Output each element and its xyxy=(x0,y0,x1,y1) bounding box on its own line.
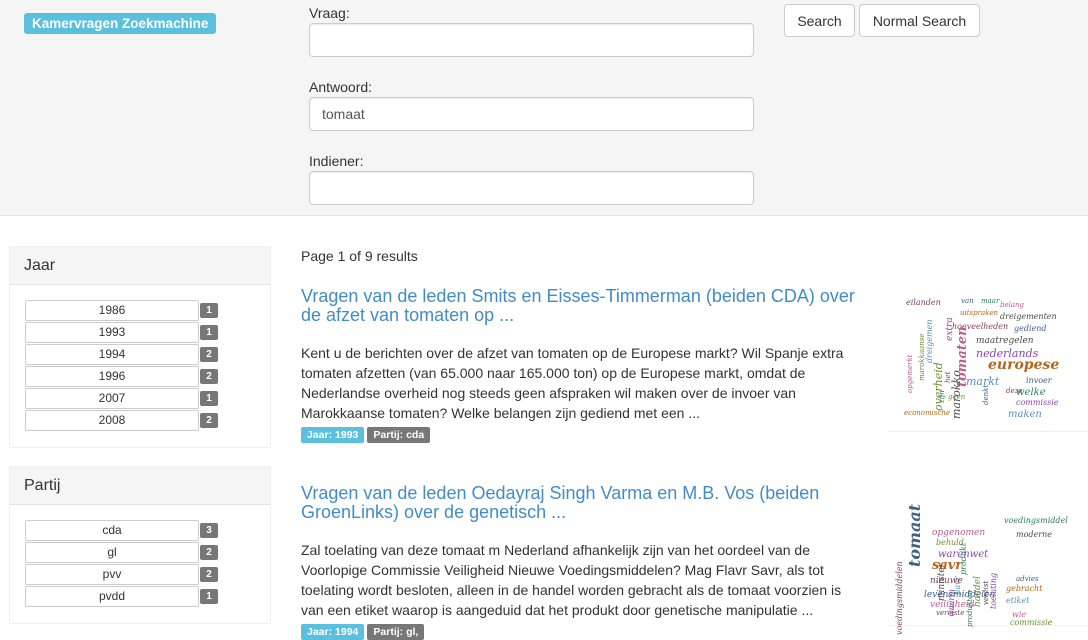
jaar-row: 1996 2 xyxy=(25,365,270,387)
jaar-filter-button[interactable]: 1993 xyxy=(25,321,199,343)
cloud-word: belang xyxy=(1000,301,1025,309)
cloud-word: eilanden xyxy=(906,298,941,307)
cloud-word: deze xyxy=(1006,387,1022,395)
partij-row: pvv 2 xyxy=(25,563,270,585)
cloud-word: vereiste xyxy=(936,609,964,617)
jaar-row: 1994 2 xyxy=(25,343,270,365)
count-badge: 2 xyxy=(200,368,218,384)
cloud-word: denkt xyxy=(982,385,990,405)
facet-partij: Partij cda 3 gl 2 pvv 2 pvdd 1 xyxy=(9,466,271,624)
year-tag: Jaar: 1994 xyxy=(301,624,365,640)
partij-row: gl 2 xyxy=(25,541,270,563)
jaar-row: 2008 2 xyxy=(25,409,270,431)
partij-filter-button[interactable]: gl xyxy=(25,541,199,563)
cloud-word: voedingsmiddel xyxy=(1004,516,1068,525)
results-summary: Page 1 of 9 results xyxy=(301,248,418,264)
facet-partij-list: cda 3 gl 2 pvv 2 pvdd 1 xyxy=(10,505,270,623)
count-badge: 1 xyxy=(200,390,218,406)
brand-badge[interactable]: Kamervragen Zoekmachine xyxy=(24,13,217,34)
cloud-word: economische xyxy=(904,409,950,417)
jaar-row: 2007 1 xyxy=(25,387,270,409)
normal-search-button[interactable]: Normal Search xyxy=(859,4,980,37)
cloud-word: dreigementen xyxy=(1000,312,1057,321)
count-badge: 1 xyxy=(200,588,218,604)
jaar-filter-button[interactable]: 1996 xyxy=(25,365,199,387)
result-snippet: Zal toelating van deze tomaat m Nederlan… xyxy=(301,542,842,618)
cloud-word: opgenomen xyxy=(932,528,985,538)
partij-filter-button[interactable]: pvdd xyxy=(25,585,199,607)
cloud-word: gediend xyxy=(1014,324,1047,333)
indiener-input[interactable] xyxy=(309,171,754,205)
count-badge: 2 xyxy=(200,346,218,362)
facet-jaar-list: 1986 1 1993 1 1994 2 1996 2 2007 1 2008 2 xyxy=(10,285,270,447)
cloud-word: van xyxy=(961,297,974,305)
result-title-link[interactable]: Vragen van de leden Smits en Eisses-Timm… xyxy=(301,287,861,325)
indiener-label: Indiener: xyxy=(309,153,364,169)
jaar-filter-button[interactable]: 2007 xyxy=(25,387,199,409)
jaar-filter-button[interactable]: 1994 xyxy=(25,343,199,365)
antwoord-label: Antwoord: xyxy=(309,79,373,95)
word-cloud-image: eilanden van maar belang dreigementen marokka… xyxy=(888,293,1088,432)
antwoord-input[interactable] xyxy=(309,97,754,131)
cloud-word: voedingsmiddelen xyxy=(895,561,904,635)
count-badge: 2 xyxy=(200,566,218,582)
cloud-word: maar xyxy=(981,297,1000,305)
cloud-word: produkt xyxy=(959,542,968,575)
result-title-link[interactable]: Vragen van de leden Oedayraj Singh Varma… xyxy=(301,484,861,522)
cloud-word: etiket xyxy=(1006,596,1030,605)
cloud-word: moderne xyxy=(1016,530,1052,539)
word-cloud-image: voedingsmiddelen tomaat voedingsmiddel opge… xyxy=(888,487,1088,635)
count-badge: 3 xyxy=(200,522,218,538)
cloud-word: gebracht xyxy=(1006,584,1043,593)
facet-jaar: Jaar 1986 1 1993 1 1994 2 1996 2 2007 1 2008 2 xyxy=(9,246,271,448)
cloud-word: maken xyxy=(1008,409,1042,420)
count-badge: 1 xyxy=(200,324,218,340)
search-button[interactable]: Search xyxy=(784,4,855,37)
count-badge: 1 xyxy=(200,302,218,318)
cloud-word: uitspraken xyxy=(960,309,999,317)
cloud-word: overheid xyxy=(932,362,945,411)
cloud-word: invoer xyxy=(1026,376,1053,385)
cloud-word: maatregelen xyxy=(976,336,1034,346)
cloud-word: produkten xyxy=(966,590,974,627)
vraag-label: Vraag: xyxy=(309,5,350,21)
partij-row: cda 3 xyxy=(25,519,270,541)
partij-filter-button[interactable]: pvv xyxy=(25,563,199,585)
vraag-input[interactable] xyxy=(309,23,754,57)
cloud-word: minister xyxy=(937,562,947,601)
cloud-word: tomaat xyxy=(905,503,924,567)
count-badge: 2 xyxy=(200,544,218,560)
jaar-filter-button[interactable]: 1986 xyxy=(25,299,199,321)
cloud-word: advies xyxy=(1016,575,1039,583)
cloud-word: commissie xyxy=(1010,618,1053,627)
result-item: Vragen van de leden Smits en Eisses-Timm… xyxy=(301,287,861,443)
jaar-filter-button[interactable]: 2008 xyxy=(25,409,199,431)
partij-row: pvdd 1 xyxy=(25,585,270,607)
count-badge: 2 xyxy=(200,412,218,428)
cloud-word: opgemerkt xyxy=(906,354,914,393)
partij-filter-button[interactable]: cda xyxy=(25,519,199,541)
result-item: Vragen van de leden Oedayraj Singh Varma… xyxy=(301,484,861,640)
party-tag: Partij: cda xyxy=(367,427,431,443)
cloud-word: commissie xyxy=(1016,398,1059,407)
year-tag: Jaar: 1993 xyxy=(301,427,365,443)
result-snippet: Kent u de berichten over de afzet van to… xyxy=(301,345,844,421)
cloud-word: dreigemen xyxy=(925,319,934,363)
jaar-row: 1986 1 xyxy=(25,299,270,321)
facet-partij-title: Partij xyxy=(10,467,270,505)
search-panel: Kamervragen Zoekmachine Vraag: Antwoord:… xyxy=(0,0,1088,216)
facet-jaar-title: Jaar xyxy=(10,247,270,285)
jaar-row: 1993 1 xyxy=(25,321,270,343)
cloud-word: toelating xyxy=(989,573,998,609)
cloud-word: europese xyxy=(988,357,1059,373)
cloud-word: geen xyxy=(948,393,966,401)
party-tag: Partij: gl, xyxy=(367,624,425,640)
